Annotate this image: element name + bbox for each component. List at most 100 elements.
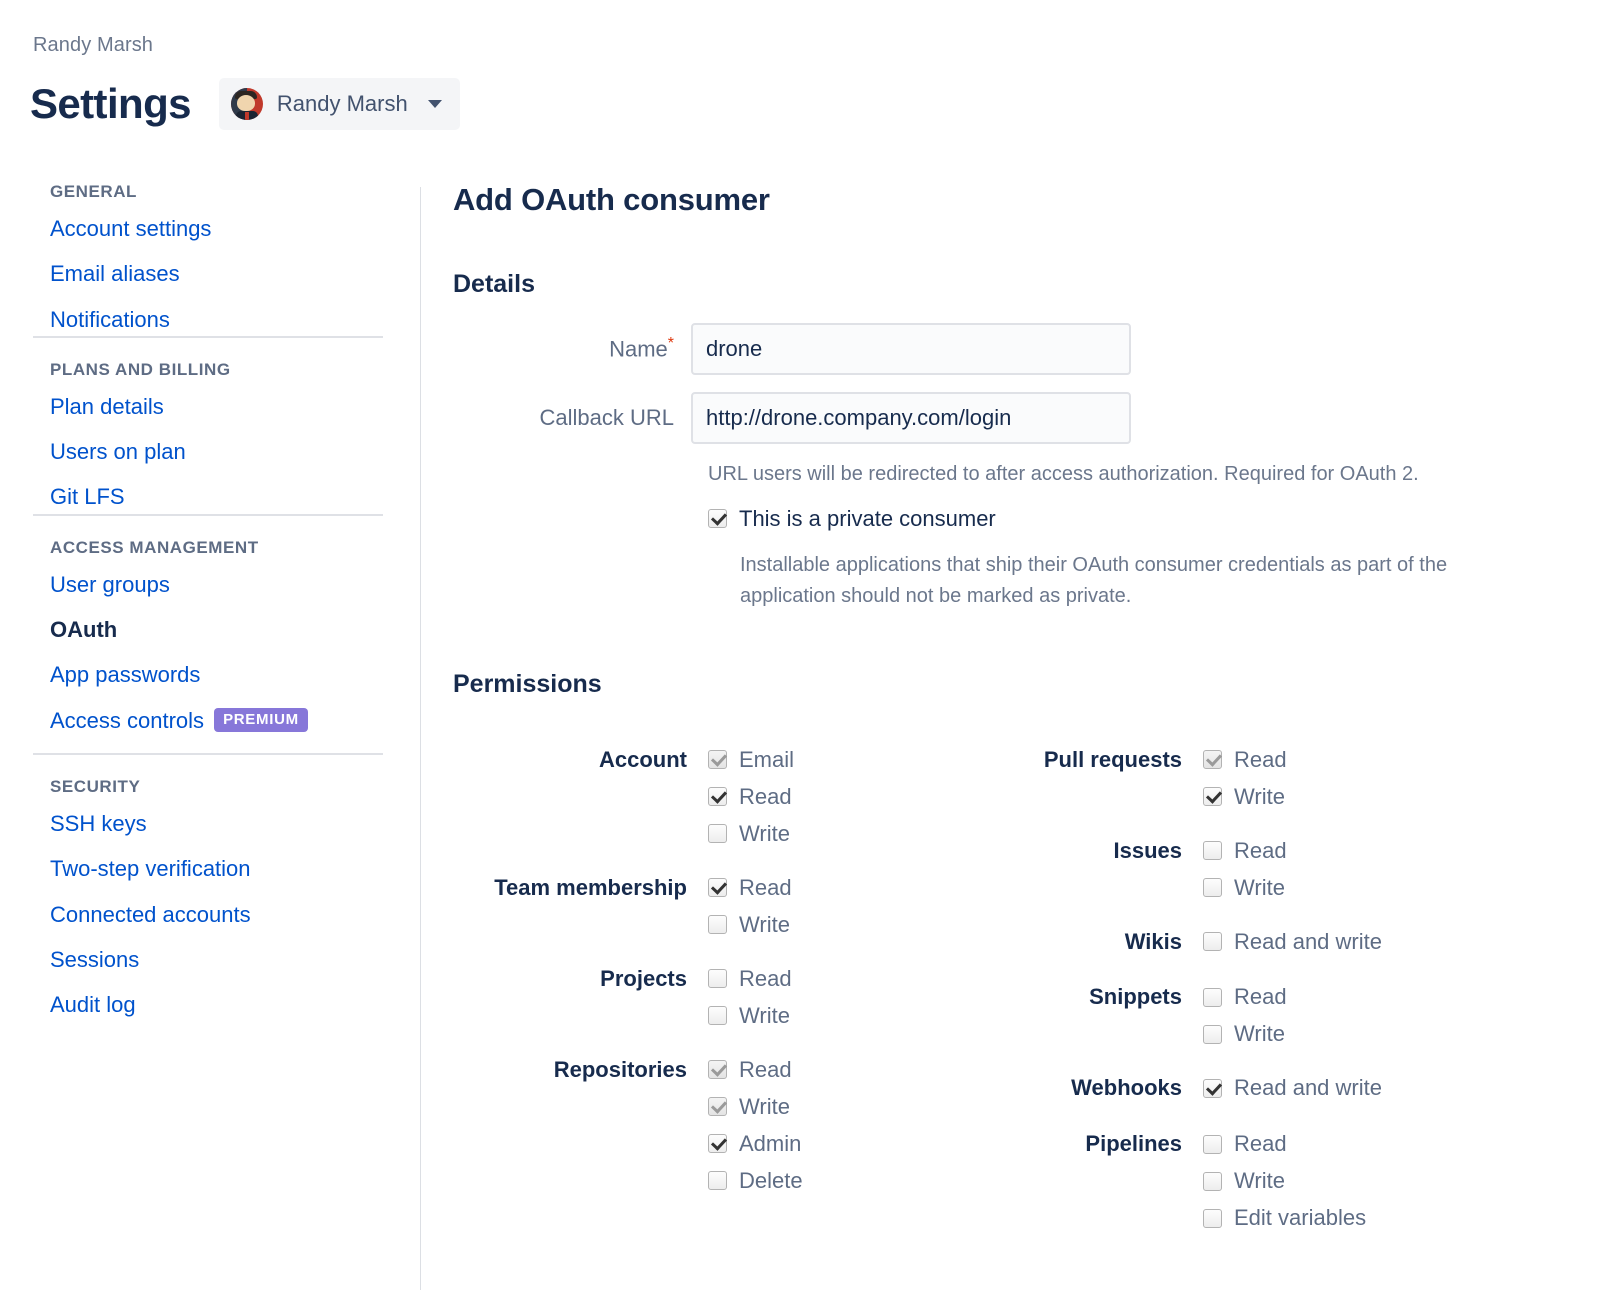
permission-group-pull-requests: Pull requests Read Write <box>1033 745 1503 808</box>
premium-badge: PREMIUM <box>214 708 308 733</box>
private-consumer-row[interactable]: This is a private consumer <box>708 506 1583 532</box>
checkbox-projects-read[interactable] <box>708 969 727 989</box>
sidebar-item-notifications[interactable]: Notifications <box>50 307 388 332</box>
permission-options: Read Write Admin Delete <box>708 1055 803 1192</box>
checkbox-account-write[interactable] <box>708 824 727 844</box>
sidebar-item-app-passwords[interactable]: App passwords <box>50 662 388 687</box>
main-heading: Add OAuth consumer <box>453 182 770 217</box>
checkbox-repositories-admin[interactable] <box>708 1134 727 1154</box>
checkbox-pull-requests-read[interactable] <box>1203 750 1222 770</box>
permission-team-membership-write[interactable]: Write <box>708 911 792 937</box>
checkbox-account-email[interactable] <box>708 750 727 770</box>
checkbox-projects-write[interactable] <box>708 1006 727 1026</box>
user-switcher-chip[interactable]: Randy Marsh <box>218 78 460 130</box>
permission-pull-requests-write[interactable]: Write <box>1203 783 1287 809</box>
permission-team-membership-read[interactable]: Read <box>708 876 792 899</box>
permissions-left-column: Account Email Read Write Team membership Read… <box>453 745 923 1229</box>
permission-account-read[interactable]: Read <box>708 785 794 808</box>
permission-issues-write[interactable]: Write <box>1203 876 1287 899</box>
permission-pull-requests-read[interactable]: Read <box>1203 746 1287 772</box>
callback-url-field-row: Callback URL <box>453 392 1583 444</box>
checkbox-account-read[interactable] <box>708 787 727 807</box>
permission-account-write[interactable]: Write <box>708 822 794 845</box>
sidebar-item-account-settings[interactable]: Account settings <box>50 216 388 241</box>
permission-group-pipelines: Pipelines Read Write Edit variables <box>1033 1129 1503 1229</box>
permission-projects-read[interactable]: Read <box>708 967 792 990</box>
permission-option-label: Admin <box>739 1130 802 1156</box>
checkbox-repositories-delete[interactable] <box>708 1171 727 1191</box>
checkbox-issues-write[interactable] <box>1203 878 1222 898</box>
permission-group-label: Pipelines <box>1085 1131 1182 1157</box>
permission-pipelines-read[interactable]: Read <box>1203 1133 1366 1155</box>
permission-option-label: Edit variables <box>1234 1205 1367 1231</box>
checkbox-pull-requests-write[interactable] <box>1203 787 1222 807</box>
permission-repositories-admin[interactable]: Admin <box>708 1130 803 1156</box>
checkbox-issues-read[interactable] <box>1203 841 1222 861</box>
sidebar-item-audit-log[interactable]: Audit log <box>50 992 388 1017</box>
permission-wikis-read-and-write[interactable]: Read and write <box>1203 930 1382 953</box>
sidebar-item-email-aliases[interactable]: Email aliases <box>50 261 388 286</box>
permission-repositories-read[interactable]: Read <box>708 1056 803 1082</box>
sidebar-item-users-on-plan[interactable]: Users on plan <box>50 439 388 464</box>
permission-repositories-delete[interactable]: Delete <box>708 1169 803 1192</box>
name-label: Name* <box>453 335 691 362</box>
sidebar-item-access-controls[interactable]: Access controls PREMIUM <box>50 708 388 733</box>
permission-group-label: Pull requests <box>1043 746 1182 772</box>
permission-snippets-read[interactable]: Read <box>1203 986 1287 1008</box>
permission-snippets-write[interactable]: Write <box>1203 1023 1287 1045</box>
permission-option-label: Read <box>1234 837 1287 863</box>
sidebar-item-oauth[interactable]: OAuth <box>50 617 388 642</box>
sidebar-item-git-lfs[interactable]: Git LFS <box>50 484 388 509</box>
checkbox-pipelines-edit-variables[interactable] <box>1203 1208 1222 1228</box>
permission-issues-read[interactable]: Read <box>1203 837 1287 863</box>
permission-option-label: Write <box>1234 783 1285 809</box>
checkbox-snippets-write[interactable] <box>1203 1024 1222 1044</box>
permission-options: Email Read Write <box>708 745 794 845</box>
permission-pipelines-write[interactable]: Write <box>1203 1170 1366 1192</box>
sidebar-item-user-groups[interactable]: User groups <box>50 572 388 597</box>
callback-url-label: Callback URL <box>539 405 675 430</box>
checkbox-pipelines-read[interactable] <box>1203 1134 1222 1154</box>
permission-option-label: Write <box>739 1002 790 1028</box>
permission-options: Read Write <box>1203 836 1287 899</box>
sidebar-item-sessions[interactable]: Sessions <box>50 947 388 972</box>
private-consumer-help: Installable applications that ship their… <box>740 553 1448 607</box>
permission-option-label: Write <box>739 911 790 937</box>
permission-option-label: Read <box>739 1056 792 1082</box>
permission-option-label: Read <box>1234 746 1287 772</box>
sidebar-item-label[interactable]: Access controls <box>50 708 204 733</box>
checkbox-repositories-read[interactable] <box>708 1060 727 1080</box>
permission-group-label: Wikis <box>1124 928 1182 954</box>
sidebar-divider <box>33 513 383 516</box>
callback-url-input[interactable] <box>691 392 1131 444</box>
checkbox-webhooks-read-and-write[interactable] <box>1203 1078 1222 1098</box>
permissions-heading: Permissions <box>453 669 602 698</box>
permission-group-label: Team membership <box>494 874 687 900</box>
permission-group-account: Account Email Read Write <box>453 745 923 845</box>
permission-options: Read Write <box>708 873 792 936</box>
checkbox-snippets-read[interactable] <box>1203 987 1222 1007</box>
checkbox-wikis-read-and-write[interactable] <box>1203 932 1222 952</box>
checkbox-repositories-write[interactable] <box>708 1097 727 1117</box>
sidebar-item-ssh-keys[interactable]: SSH keys <box>50 811 388 836</box>
permission-account-email[interactable]: Email <box>708 748 794 771</box>
sidebar-divider <box>33 752 383 755</box>
permission-group-label: Account <box>599 746 687 772</box>
permissions-grid: Account Email Read Write Team membership Read… <box>453 745 1583 1229</box>
checkbox-team-membership-read[interactable] <box>708 878 727 898</box>
permission-option-label: Read <box>1234 1131 1287 1157</box>
sidebar-item-plan-details[interactable]: Plan details <box>50 394 388 419</box>
sidebar-item-two-step-verification[interactable]: Two-step verification <box>50 856 388 881</box>
settings-page: Randy Marsh Settings Randy Marsh GENERAL… <box>0 0 1610 1290</box>
permission-webhooks-read-and-write[interactable]: Read and write <box>1203 1077 1382 1099</box>
sidebar-item-connected-accounts[interactable]: Connected accounts <box>50 902 388 927</box>
checkbox-pipelines-write[interactable] <box>1203 1171 1222 1191</box>
permission-projects-write[interactable]: Write <box>708 1002 792 1028</box>
permission-pipelines-edit-variables[interactable]: Edit variables <box>1203 1207 1366 1229</box>
checkbox-team-membership-write[interactable] <box>708 915 727 935</box>
permission-option-label: Read <box>1234 984 1287 1010</box>
permission-group-label: Issues <box>1113 837 1183 863</box>
permission-repositories-write[interactable]: Write <box>708 1095 803 1118</box>
private-consumer-checkbox[interactable] <box>708 509 727 529</box>
name-input[interactable] <box>691 323 1131 375</box>
